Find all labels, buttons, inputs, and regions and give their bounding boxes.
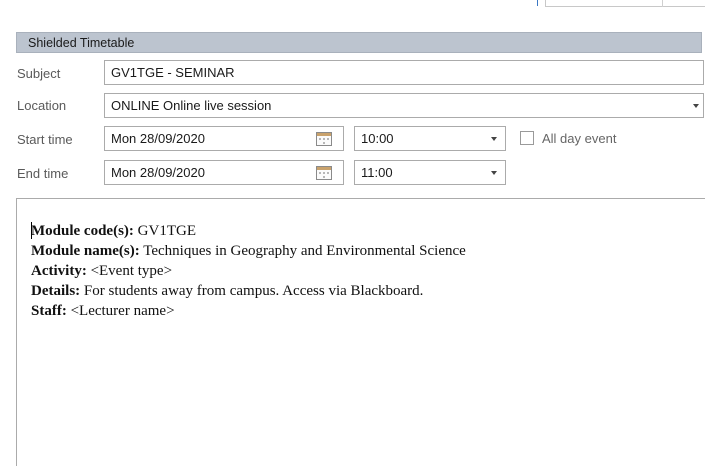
start-time-label: Start time	[17, 132, 73, 147]
body-line-module-code: Module code(s): GV1TGE	[31, 221, 466, 241]
start-time-value: 10:00	[361, 131, 394, 146]
body-key: Activity:	[31, 263, 87, 279]
body-value: Techniques in Geography and Environmenta…	[139, 243, 466, 259]
subject-input[interactable]: GV1TGE - SEMINAR	[104, 60, 704, 85]
end-date-input[interactable]: Mon 28/09/2020	[104, 160, 344, 185]
body-key: Module code(s):	[31, 223, 134, 239]
end-time-label: End time	[17, 166, 69, 181]
subject-value: GV1TGE - SEMINAR	[111, 65, 235, 80]
body-value: <Lecturer name>	[66, 303, 175, 319]
toolbar-field[interactable]	[545, 0, 705, 7]
end-date-value: Mon 28/09/2020	[111, 165, 205, 180]
end-time-value: 11:00	[361, 165, 393, 180]
location-dropdown[interactable]: ONLINE Online live session	[104, 93, 704, 118]
end-time-dropdown[interactable]: 11:00	[354, 160, 506, 185]
calendar-name: Shielded Timetable	[28, 36, 135, 50]
calendar-header-bar: Shielded Timetable	[16, 32, 702, 53]
all-day-checkbox[interactable]	[520, 131, 534, 145]
appointment-form: Shielded Timetable Subject GV1TGE - SEMI…	[0, 0, 705, 466]
divider	[662, 0, 663, 7]
calendar-icon[interactable]	[316, 132, 332, 146]
body-value: GV1TGE	[133, 223, 196, 239]
chevron-down-icon[interactable]	[693, 104, 699, 108]
body-value: <Event type>	[86, 263, 173, 279]
location-value: ONLINE Online live session	[111, 98, 272, 113]
body-line-module-name: Module name(s): Techniques in Geography …	[31, 241, 466, 261]
divider	[537, 0, 538, 6]
body-line-staff: Staff: <Lecturer name>	[31, 301, 466, 321]
body-key: Staff:	[31, 303, 67, 319]
start-date-input[interactable]: Mon 28/09/2020	[104, 126, 344, 151]
calendar-icon[interactable]	[316, 166, 332, 180]
body-key: Details:	[31, 283, 81, 299]
start-date-value: Mon 28/09/2020	[111, 131, 205, 146]
chevron-down-icon[interactable]	[491, 171, 497, 175]
top-chrome	[0, 0, 705, 22]
location-label: Location	[17, 98, 67, 113]
start-time-dropdown[interactable]: 10:00	[354, 126, 506, 151]
body-editor[interactable]: Module code(s): GV1TGE Module name(s): T…	[16, 198, 705, 466]
body-line-activity: Activity: <Event type>	[31, 261, 466, 281]
chevron-down-icon[interactable]	[491, 137, 497, 141]
subject-label: Subject	[17, 66, 61, 81]
body-value: For students away from campus. Access vi…	[80, 283, 424, 299]
body-content[interactable]: Module code(s): GV1TGE Module name(s): T…	[31, 221, 466, 321]
text-caret	[31, 222, 32, 239]
all-day-label[interactable]: All day event	[542, 131, 616, 146]
body-key: Module name(s):	[31, 243, 140, 259]
body-line-details: Details: For students away from campus. …	[31, 281, 466, 301]
